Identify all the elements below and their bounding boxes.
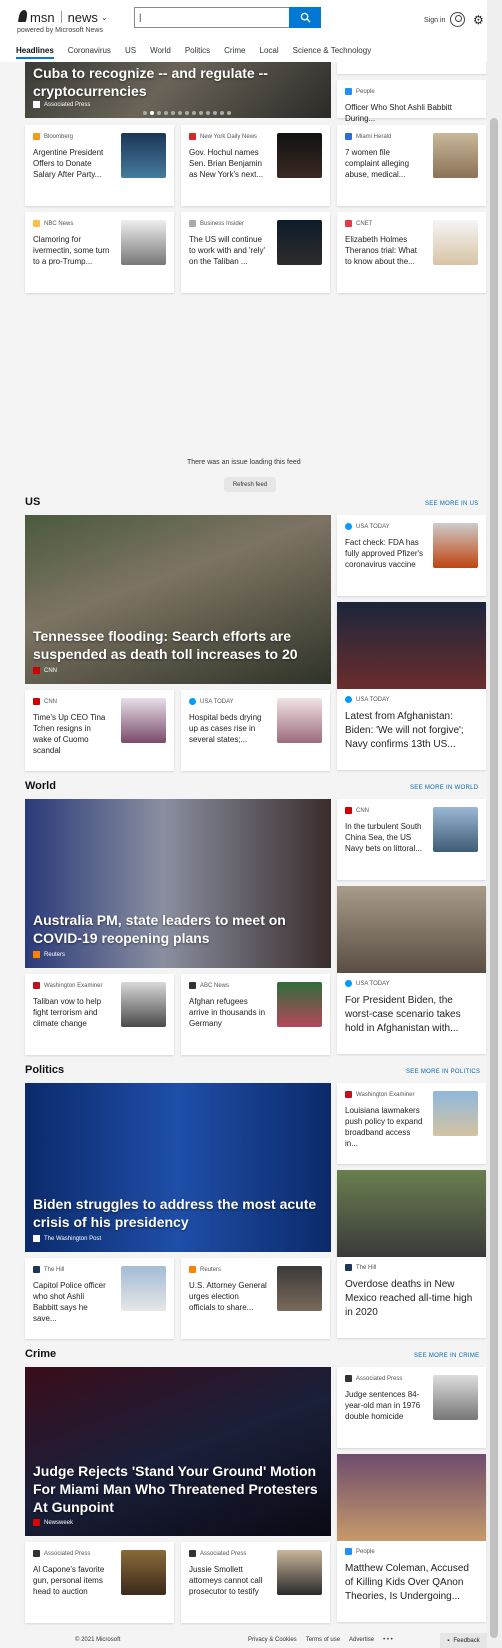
- news-card[interactable]: CNN Time's Up CEO Tina Tchen resigns in …: [25, 690, 174, 771]
- section-title-us: US: [25, 496, 41, 508]
- us-hero-card[interactable]: Tennessee flooding: Search efforts are s…: [25, 515, 331, 684]
- thumbnail-image: [121, 1266, 166, 1311]
- logo-msn-text: msn: [30, 9, 55, 25]
- news-card[interactable]: Washington Examiner Louisiana lawmakers …: [337, 1083, 486, 1164]
- search-icon: [300, 12, 311, 23]
- top-hero-card[interactable]: Cuba to recognize -- and regulate -- cry…: [25, 62, 331, 118]
- news-card[interactable]: Associated Press Al Capone's favorite gu…: [25, 1542, 174, 1623]
- crime-hero-card[interactable]: Judge Rejects 'Stand Your Ground' Motion…: [25, 1367, 331, 1536]
- msn-logo[interactable]: msn news ⌄: [17, 8, 108, 26]
- feedback-button[interactable]: ▪ Feedback: [440, 1633, 487, 1648]
- thumbnail-image: [433, 1091, 478, 1136]
- thumbnail-image: [433, 807, 478, 852]
- news-card[interactable]: ABC News Afghan refugees arrive in thous…: [181, 974, 330, 1055]
- news-card[interactable]: USA TODAY Hospital beds drying up as cas…: [181, 690, 330, 771]
- avatar-icon[interactable]: [450, 12, 465, 27]
- news-card[interactable]: Associated Press Judge sentences 84-year…: [337, 1367, 486, 1448]
- see-more-crime-link[interactable]: SEE MORE IN CRIME: [414, 1353, 479, 1359]
- tab-local[interactable]: Local: [260, 46, 279, 55]
- scrollbar-thumb[interactable]: [490, 118, 498, 1638]
- tab-headlines[interactable]: Headlines: [16, 46, 54, 59]
- news-card-large[interactable]: People Matthew Coleman, Accused of Killi…: [337, 1454, 486, 1622]
- carousel-dots[interactable]: [143, 111, 231, 115]
- tab-crime[interactable]: Crime: [224, 46, 245, 55]
- powered-by: powered by Microsoft News: [17, 27, 103, 34]
- footer: © 2021 Microsoft Privacy & Cookies Terms…: [0, 1632, 487, 1648]
- see-more-us-link[interactable]: SEE MORE IN US: [425, 501, 479, 507]
- refresh-feed-button[interactable]: Refresh feed: [224, 477, 276, 492]
- thumbnail-image: [277, 1550, 322, 1595]
- top-header: msn news ⌄ powered by Microsoft News | S…: [0, 0, 487, 62]
- nav-tabs: Headlines Coronavirus US World Politics …: [16, 46, 385, 59]
- hero-title: Cuba to recognize -- and regulate -- cry…: [33, 65, 268, 99]
- chevron-down-icon[interactable]: ⌄: [101, 13, 108, 22]
- terms-link[interactable]: Terms of use: [306, 1637, 340, 1643]
- privacy-link[interactable]: Privacy & Cookies: [248, 1637, 297, 1643]
- world-hero-card[interactable]: Australia PM, state leaders to meet on C…: [25, 799, 331, 968]
- msn-butterfly-icon: [17, 8, 28, 26]
- hero-source: Associated Press: [44, 101, 91, 108]
- section-title-politics: Politics: [25, 1064, 65, 1076]
- thumbnail-image: [121, 1550, 166, 1595]
- thumbnail-image: [121, 133, 166, 178]
- thumbnail-image: [277, 698, 322, 743]
- thumbnail-image: [433, 1375, 478, 1420]
- news-card-large[interactable]: USA TODAY Latest from Afghanistan: Biden…: [337, 602, 486, 770]
- feed-error-message: There was an issue loading this feed: [187, 459, 301, 466]
- tab-politics[interactable]: Politics: [185, 46, 210, 55]
- thumbnail-image: [433, 220, 478, 265]
- sign-in-link[interactable]: Sign in: [424, 17, 445, 24]
- news-card-large[interactable]: The Hill Overdose deaths in New Mexico r…: [337, 1170, 486, 1338]
- more-icon[interactable]: • • •: [383, 1637, 393, 1643]
- section-title-crime: Crime: [25, 1348, 57, 1360]
- side-card-top-empty[interactable]: [337, 62, 486, 74]
- thumbnail-image: [337, 886, 486, 973]
- thumbnail-image: [337, 1170, 486, 1257]
- news-card[interactable]: CNN In the turbulent South China Sea, th…: [337, 799, 486, 880]
- feedback-icon: ▪: [447, 1637, 450, 1644]
- tab-us[interactable]: US: [125, 46, 136, 55]
- thumbnail-image: [277, 220, 322, 265]
- news-card[interactable]: NBC News Clamoring for ivermectin, some …: [25, 212, 174, 293]
- news-card[interactable]: Bloomberg Argentine President Offers to …: [25, 125, 174, 206]
- tab-science-technology[interactable]: Science & Technology: [293, 46, 372, 55]
- thumbnail-image: [277, 133, 322, 178]
- news-card[interactable]: USA TODAY Fact check: FDA has fully appr…: [337, 515, 486, 596]
- section-title-world: World: [25, 780, 56, 792]
- news-card[interactable]: Associated Press Jussie Smollett attorne…: [181, 1542, 330, 1623]
- news-card[interactable]: Miami Herald 7 women file complaint alle…: [337, 125, 486, 206]
- news-card[interactable]: New York Daily News Gov. Hochul names Se…: [181, 125, 330, 206]
- thumbnail-image: [433, 523, 478, 568]
- politics-hero-card[interactable]: Biden struggles to address the most acut…: [25, 1083, 331, 1252]
- tab-coronavirus[interactable]: Coronavirus: [68, 46, 111, 55]
- logo-news-text: news: [67, 9, 98, 25]
- side-card-people[interactable]: People Officer Who Shot Ashli Babbitt Du…: [337, 80, 486, 123]
- advertise-link[interactable]: Advertise: [349, 1637, 374, 1643]
- search-button[interactable]: [289, 7, 321, 28]
- gear-icon[interactable]: ⚙: [473, 13, 484, 27]
- thumbnail-image: [121, 220, 166, 265]
- news-card-large[interactable]: USA TODAY For President Biden, the worst…: [337, 886, 486, 1054]
- news-card[interactable]: Reuters U.S. Attorney General urges elec…: [181, 1258, 330, 1339]
- thumbnail-image: [277, 1266, 322, 1311]
- thumbnail-image: [277, 982, 322, 1027]
- news-card[interactable]: Washington Examiner Taliban vow to help …: [25, 974, 174, 1055]
- thumbnail-image: [121, 698, 166, 743]
- thumbnail-image: [121, 982, 166, 1027]
- see-more-politics-link[interactable]: SEE MORE IN POLITICS: [406, 1069, 480, 1075]
- thumbnail-image: [337, 1454, 486, 1541]
- news-card[interactable]: CNET Elizabeth Holmes Theranos trial: Wh…: [337, 212, 486, 293]
- copyright: © 2021 Microsoft: [75, 1637, 121, 1643]
- news-card[interactable]: The Hill Capitol Police officer who shot…: [25, 1258, 174, 1339]
- news-card[interactable]: Business Insider The US will continue to…: [181, 212, 330, 293]
- thumbnail-image: [337, 602, 486, 689]
- see-more-world-link[interactable]: SEE MORE IN WORLD: [410, 785, 478, 791]
- tab-world[interactable]: World: [150, 46, 171, 55]
- thumbnail-image: [433, 133, 478, 178]
